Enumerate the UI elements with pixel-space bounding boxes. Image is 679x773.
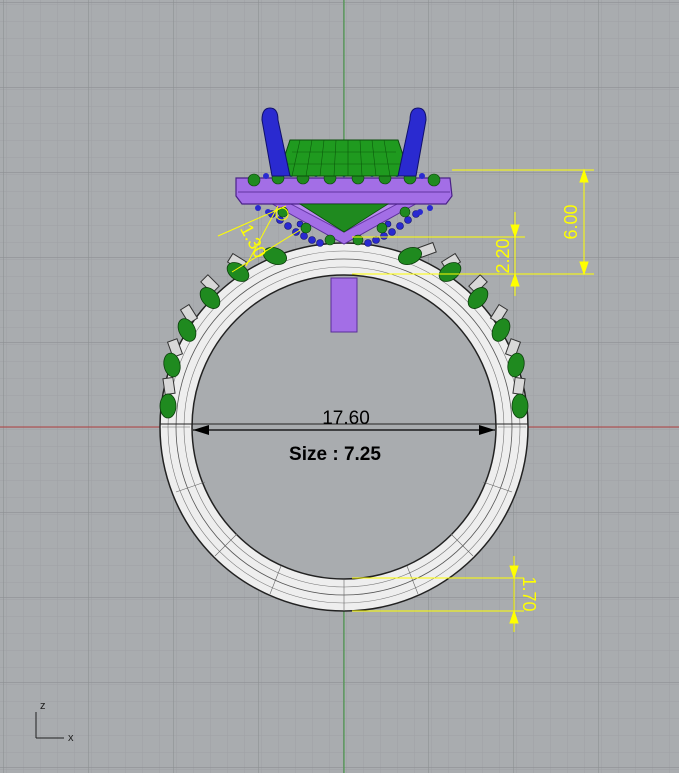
total-height-value: 6.00 bbox=[561, 204, 581, 239]
setting-post[interactable] bbox=[330, 277, 358, 333]
rhino-front-viewport[interactable]: 17.60 Size : 7.25 6.00 2.20 1.70 1.30 z … bbox=[0, 0, 679, 773]
axis-z-label: z bbox=[40, 700, 46, 712]
setting-height-value: 2.20 bbox=[493, 238, 513, 273]
axis-x-label: x bbox=[68, 732, 74, 744]
inner-diameter-value: 17.60 bbox=[322, 408, 370, 429]
ring-size-label: Size : 7.25 bbox=[289, 444, 381, 465]
band-thickness-value: 1.70 bbox=[519, 576, 539, 611]
halo-frame[interactable] bbox=[235, 177, 453, 205]
